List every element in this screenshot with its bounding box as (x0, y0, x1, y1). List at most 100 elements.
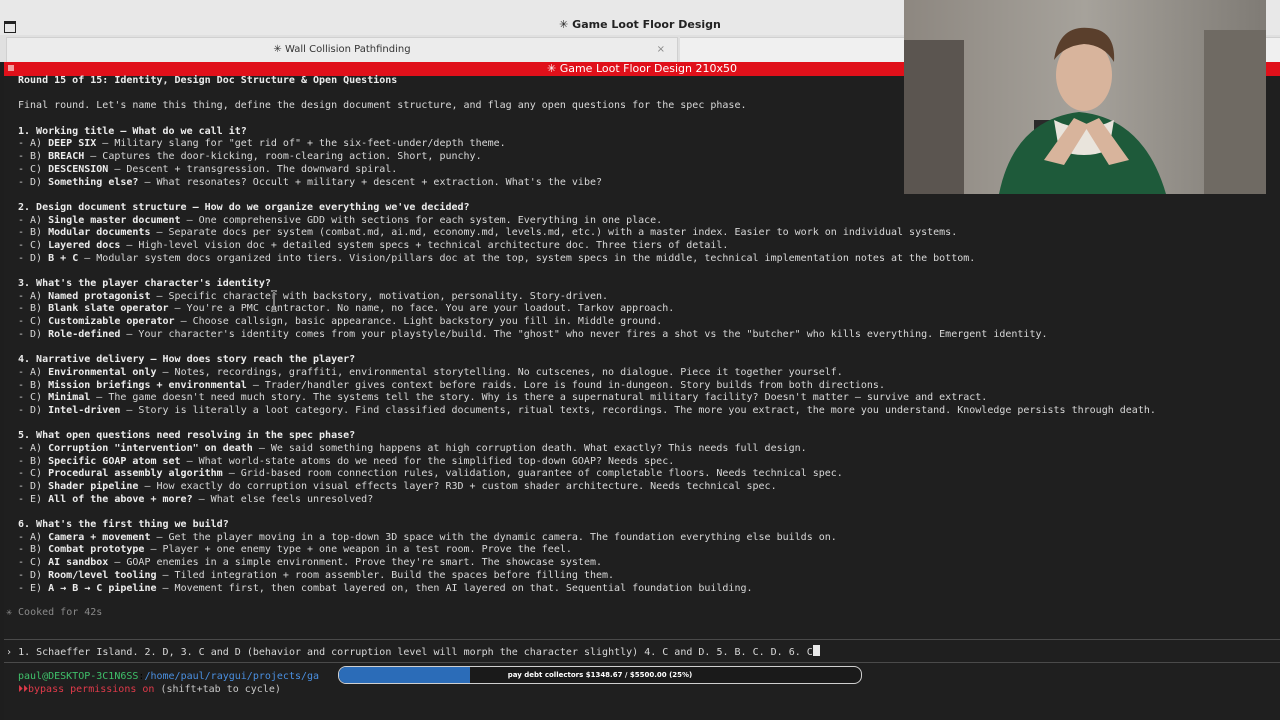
prompt-text: 1. Schaeffer Island. 2. D, 3. C and D (b… (18, 647, 813, 658)
option-prefix: - C) (18, 468, 49, 480)
option-description: — How exactly do corruption visual effec… (138, 481, 777, 492)
option-description: — What else feels unresolved? (192, 493, 374, 505)
option-description: — Movement first, then combat layered on… (156, 582, 753, 594)
option-description: — High-level vision doc + detailed syste… (120, 239, 729, 251)
option-description: — Specific character with backstory, mot… (150, 290, 609, 302)
option-prefix: - D) (18, 328, 49, 340)
webcam-person-image (904, 0, 1266, 194)
option-description: — Tiled integration + room assembler. Bu… (156, 569, 615, 581)
shell-path: /home/paul/raygui/projects/ga (144, 671, 320, 682)
option-prefix: - A) (18, 366, 49, 378)
option-prefix: - A) (18, 214, 49, 226)
bypass-hint: (shift+tab to cycle) (154, 684, 281, 695)
option-name: DESCENSION (48, 163, 109, 175)
option-line: - C) Customizable operator — Choose call… (18, 316, 1268, 329)
question-heading: 5. What open questions need resolving in… (18, 430, 356, 442)
option-prefix: - B) (18, 227, 49, 239)
text-cursor (812, 645, 820, 656)
question-list: 1. Working title — What do we call it? - … (18, 126, 1268, 595)
option-name: Something else? (48, 176, 139, 188)
option-description: — Your character's identity comes from y… (120, 328, 1048, 340)
option-name: Procedural assembly algorithm (48, 468, 223, 480)
ibeam-cursor-icon (271, 290, 277, 312)
option-line: - B) Combat prototype — Player + one ene… (18, 544, 1268, 557)
option-description: — What world-state atoms do we need for … (180, 455, 675, 467)
prompt-top-divider (4, 639, 1280, 640)
option-description: — We said something happens at high corr… (252, 442, 807, 454)
option-name: A → B → C pipeline (48, 582, 157, 594)
option-description: — Separate docs per system (combat.md, a… (150, 227, 958, 239)
option-line: - B) Blank slate operator — You're a PMC… (18, 303, 1268, 316)
option-name: Layered docs (48, 239, 121, 251)
option-prefix: - D) (18, 569, 49, 581)
option-prefix: - D) (18, 481, 49, 492)
option-prefix: - E) (18, 582, 49, 594)
option-description: — The game doesn't need much story. The … (90, 392, 988, 404)
option-description: — What resonates? Occult + military + de… (138, 176, 603, 188)
option-line: - D) Room/level tooling — Tiled integrat… (18, 570, 1268, 583)
option-description: — Modular system docs organized into tie… (78, 252, 976, 264)
prompt-bottom-divider (4, 662, 1280, 663)
option-prefix: - A) (18, 531, 49, 543)
tab-label: ✳ Wall Collision Pathfinding (273, 44, 411, 55)
option-line: - E) A → B → C pipeline — Movement first… (18, 583, 1268, 596)
option-description: — Trader/handler gives context before ra… (246, 379, 885, 391)
option-name: Corruption "intervention" on death (48, 442, 253, 454)
option-name: Modular documents (48, 227, 151, 239)
prompt-input[interactable]: › 1. Schaeffer Island. 2. D, 3. C and D … (6, 645, 820, 658)
option-name: All of the above + more? (48, 493, 193, 505)
option-name: Minimal (48, 392, 91, 404)
option-description: — One comprehensive GDD with sections fo… (180, 214, 663, 226)
option-line: - B) Specific GOAP atom set — What world… (18, 456, 1268, 469)
option-prefix: - D) (18, 252, 49, 264)
option-prefix: - B) (18, 303, 49, 315)
option-line: - B) Modular documents — Separate docs p… (18, 227, 1268, 240)
option-line: - C) AI sandbox — GOAP enemies in a simp… (18, 557, 1268, 570)
question-heading: 4. Narrative delivery — How does story r… (18, 354, 356, 366)
option-name: Blank slate operator (48, 303, 169, 315)
debt-progress-bar: pay debt collectors $1348.67 / $5500.00 … (338, 666, 862, 684)
webcam-overlay (904, 0, 1266, 194)
option-name: Camera + movement (48, 531, 151, 543)
option-prefix: - A) (18, 442, 49, 454)
session-indicator-icon (8, 65, 14, 71)
option-name: Customizable operator (48, 316, 175, 328)
option-prefix: - B) (18, 455, 49, 467)
prompt-symbol: › (6, 647, 13, 658)
question-heading: 3. What's the player character's identit… (18, 278, 271, 289)
option-prefix: - C) (18, 163, 49, 175)
option-name: DEEP SIX (48, 138, 97, 150)
option-line: - D) B + C — Modular system docs organiz… (18, 253, 1268, 266)
option-line: - D) Shader pipeline — How exactly do co… (18, 481, 1268, 494)
option-prefix: - C) (18, 239, 49, 251)
option-name: Single master document (48, 214, 181, 226)
shell-prompt: paul@DESKTOP-3C1N6SS:/home/paul/raygui/p… (18, 671, 319, 682)
option-name: AI sandbox (48, 557, 109, 569)
option-description: — Military slang for "get rid of" + the … (96, 138, 506, 150)
option-line: - B) Mission briefings + environmental —… (18, 380, 1268, 393)
option-name: Mission briefings + environmental (48, 379, 247, 391)
option-prefix: - B) (18, 379, 49, 391)
option-line: - A) Named protagonist — Specific charac… (18, 291, 1268, 304)
option-name: BREACH (48, 151, 85, 163)
option-name: Named protagonist (48, 290, 151, 302)
option-description: — Player + one enemy type + one weapon i… (144, 544, 572, 556)
tab-close-icon[interactable]: × (657, 38, 665, 62)
option-line: - E) All of the above + more? — What els… (18, 494, 1268, 507)
option-prefix: - D) (18, 176, 49, 188)
tab-wall-collision[interactable]: ✳ Wall Collision Pathfinding × (6, 37, 678, 63)
option-description: — Choose callsign, basic appearance. Lig… (174, 316, 663, 328)
option-prefix: - C) (18, 316, 49, 328)
option-description: — GOAP enemies in a simple environment. … (108, 557, 603, 569)
option-prefix: - B) (18, 151, 49, 163)
option-line: - A) Environmental only — Notes, recordi… (18, 367, 1268, 380)
option-name: Shader pipeline (48, 481, 139, 492)
status-cooked: ✳ Cooked for 42s (6, 607, 103, 618)
option-prefix: - E) (18, 493, 49, 505)
option-prefix: - C) (18, 392, 49, 404)
option-line: - D) Role-defined — Your character's ide… (18, 329, 1268, 342)
option-name: Combat prototype (48, 544, 145, 556)
progress-label: pay debt collectors $1348.67 / $5500.00 … (507, 671, 693, 679)
option-line: - A) Corruption "intervention" on death … (18, 443, 1268, 456)
option-name: B + C (48, 252, 79, 264)
